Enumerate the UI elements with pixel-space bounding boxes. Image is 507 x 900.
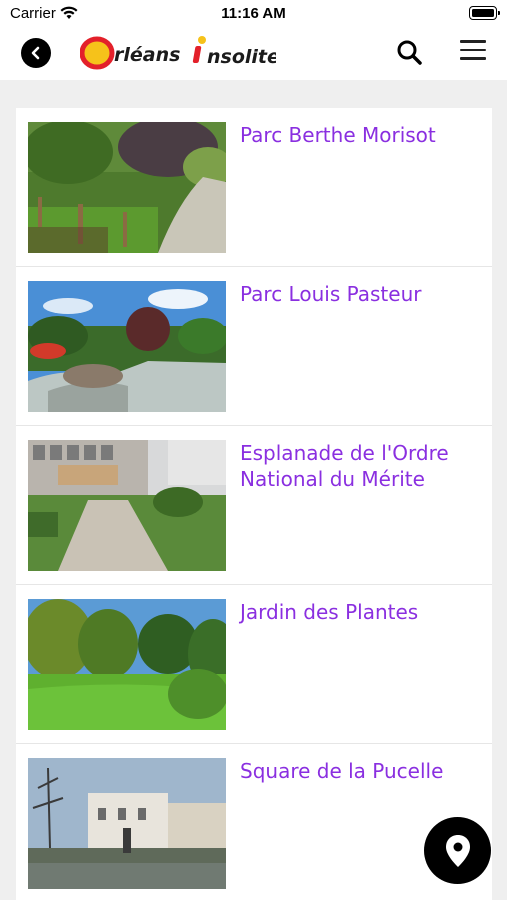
- map-pin-icon: [445, 834, 470, 867]
- battery-icon: [469, 6, 500, 20]
- esplanade-photo: [28, 440, 226, 571]
- chevron-left-icon: [31, 46, 40, 60]
- place-card[interactable]: Esplanade de l'Ordre National du Mérite: [16, 426, 492, 585]
- status-bar: Carrier 11:16 AM: [0, 0, 507, 28]
- place-title: Parc Berthe Morisot: [240, 123, 436, 147]
- map-button[interactable]: [424, 817, 491, 884]
- menu-icon: [460, 40, 486, 43]
- place-card[interactable]: Parc Berthe Morisot: [16, 108, 492, 267]
- menu-button[interactable]: [460, 40, 486, 66]
- garden-lawn-photo: [28, 599, 226, 730]
- search-button[interactable]: [395, 38, 425, 68]
- svg-text:rléans: rléans: [114, 44, 180, 66]
- nav-bar: rléans nsolite: [0, 28, 507, 80]
- back-button[interactable]: [21, 38, 51, 68]
- clock: 11:16 AM: [221, 5, 286, 22]
- svg-text:nsolite: nsolite: [207, 46, 276, 68]
- park-garden-photo: [28, 122, 226, 253]
- search-icon: [397, 40, 422, 65]
- place-card[interactable]: Square de la Pucelle: [16, 744, 492, 900]
- park-pond-photo: [28, 281, 226, 412]
- place-card[interactable]: Jardin des Plantes: [16, 585, 492, 744]
- app-logo: rléans nsolite: [80, 32, 276, 74]
- place-card[interactable]: Parc Louis Pasteur: [16, 267, 492, 426]
- place-title: Square de la Pucelle: [240, 759, 444, 783]
- place-title: Jardin des Plantes: [240, 600, 419, 624]
- square-street-photo: [28, 758, 226, 889]
- place-title: Parc Louis Pasteur: [240, 282, 422, 306]
- place-title: Esplanade de l'Ordre National du Mérite: [240, 441, 449, 491]
- place-list: Parc Berthe Morisot Parc Louis Pasteur E…: [16, 108, 492, 900]
